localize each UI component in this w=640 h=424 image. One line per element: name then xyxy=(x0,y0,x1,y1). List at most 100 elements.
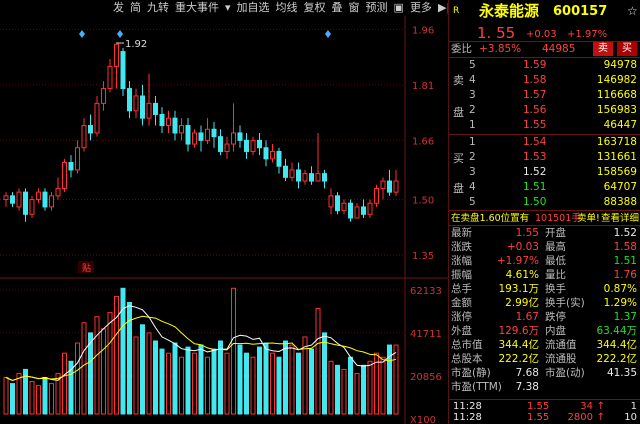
stat-value: 2.99亿 xyxy=(505,297,539,309)
order-level: 5 xyxy=(469,59,476,71)
stat-value: 63.44万 xyxy=(596,325,637,337)
diamond-icon xyxy=(325,30,331,38)
toolbar-forecast[interactable]: 预测 xyxy=(363,0,391,16)
sell-order-row[interactable]: 3 1.57 116668 xyxy=(449,88,640,103)
order-level: 4 xyxy=(469,181,476,193)
order-price: 1.57 xyxy=(523,89,547,101)
stat-label: 金额 xyxy=(451,297,472,309)
camera-icon[interactable]: ▣ xyxy=(391,0,407,16)
sell-order-row[interactable]: 5 1.59 94978 xyxy=(449,58,640,73)
stat-label: 开盘 xyxy=(545,227,566,239)
order-level: 1 xyxy=(469,119,476,131)
candle xyxy=(114,43,119,89)
candle xyxy=(153,95,158,126)
stat-value: 1.37 xyxy=(613,311,637,323)
sell-order-row[interactable]: 4 1.58 146982 xyxy=(449,73,640,88)
quote-panel: R 永泰能源 600157 ☆ 1. 55 +0.03 +1.97% 委比 +3… xyxy=(448,0,640,424)
tick-volume: 2800 xyxy=(567,412,593,423)
candle xyxy=(23,188,28,222)
diamond-icon xyxy=(117,30,123,38)
toolbar-jian[interactable]: 简 xyxy=(127,0,144,16)
stat-row: 市盈(TTM) 7.38 xyxy=(449,380,640,394)
sell-order-row[interactable]: 2 1.56 156983 xyxy=(449,103,640,118)
candle xyxy=(367,199,373,219)
toolbar-fa[interactable]: 发 xyxy=(110,0,127,16)
stat-value: 1.29% xyxy=(603,297,637,309)
volume-bar xyxy=(49,383,54,415)
order-price: 1.55 xyxy=(523,119,547,131)
candle xyxy=(120,47,126,96)
candle xyxy=(185,118,191,152)
volume-bar xyxy=(354,372,360,415)
buy-order-row[interactable]: 3 1.52 158569 xyxy=(449,165,640,180)
buy-order-row[interactable]: 1 1.54 163718 xyxy=(449,135,640,150)
toolbar-adjust[interactable]: 复权 xyxy=(301,0,329,16)
candle xyxy=(309,166,314,185)
dropdown-icon[interactable]: ▾ xyxy=(222,0,234,16)
buy-button[interactable]: 买 xyxy=(617,42,637,56)
candle xyxy=(231,103,236,152)
order-price: 1.52 xyxy=(523,166,547,178)
candle xyxy=(348,199,353,222)
price-tick: 1.35 xyxy=(412,251,434,262)
sell-order-row[interactable]: 1 1.55 46447 xyxy=(449,118,640,133)
candle xyxy=(179,118,184,141)
volume-bar xyxy=(361,364,366,415)
order-volume: 158569 xyxy=(596,166,637,178)
candle xyxy=(322,169,327,189)
volume-bars xyxy=(3,287,399,415)
toolbar-moving-average[interactable]: 均线 xyxy=(273,0,301,16)
tick-time: 11:28 xyxy=(453,401,482,412)
order-price: 1.54 xyxy=(523,136,547,148)
notice-text-c: 卖单! xyxy=(577,213,600,224)
order-price: 1.50 xyxy=(523,196,547,208)
view-detail-link[interactable]: 查看详细 xyxy=(601,211,639,226)
volume-bar xyxy=(218,340,223,415)
price-tick: 1.66 xyxy=(412,136,434,147)
tick-price: 1.55 xyxy=(527,412,550,423)
star-icon[interactable]: ☆ xyxy=(627,4,638,19)
volume-bar xyxy=(140,324,145,415)
toolbar-jiuzhuan[interactable]: 九转 xyxy=(144,0,172,16)
stock-code: 600157 xyxy=(553,4,608,19)
candle xyxy=(211,121,217,148)
toolbar-overlay[interactable]: 叠 xyxy=(329,0,346,16)
volume-bar xyxy=(133,336,139,415)
stat-label: 外盘 xyxy=(451,325,472,337)
volume-bar xyxy=(231,287,236,415)
toolbar-major-events[interactable]: 重大事件 xyxy=(172,0,222,16)
stat-row: 金额 2.99亿 换手(实) 1.29% xyxy=(449,296,640,310)
toolbar-more[interactable]: 更多 xyxy=(407,0,435,16)
candle xyxy=(3,192,9,207)
candle xyxy=(75,140,80,174)
volume-bar xyxy=(315,308,321,415)
volume-bar xyxy=(348,356,353,415)
order-volume: 94978 xyxy=(603,59,637,71)
weibi-label: 委比 xyxy=(451,43,472,55)
buy-order-row[interactable]: 2 1.53 131661 xyxy=(449,150,640,165)
price-tick: 1.50 xyxy=(412,196,434,207)
stat-value: 1.52 xyxy=(613,227,637,239)
volume-bar xyxy=(270,352,275,415)
toolbar-add-watchlist[interactable]: 加自选 xyxy=(234,0,273,16)
buy-order-row[interactable]: 4 1.51 64707 xyxy=(449,180,640,195)
order-level: 2 xyxy=(469,151,476,163)
volume-bar xyxy=(211,348,217,415)
buy-order-row[interactable]: 5 1.50 88388 xyxy=(449,195,640,210)
sell-button[interactable]: 卖 xyxy=(593,42,613,56)
stat-value: 1.58 xyxy=(613,241,637,253)
order-price: 1.58 xyxy=(523,74,547,86)
volume-bar xyxy=(16,372,22,415)
order-price: 1.51 xyxy=(523,181,547,193)
tag-r: R xyxy=(453,6,460,16)
stat-label: 涨跌 xyxy=(451,241,472,253)
toolbar-window[interactable]: 窗 xyxy=(346,0,363,16)
volume-bar xyxy=(36,385,41,415)
stat-label: 流通值 xyxy=(545,339,577,351)
volume-bar xyxy=(146,332,152,415)
kline-chart[interactable]: 1.961.811.661.501.35621334171120856X100 … xyxy=(0,16,448,424)
stat-value: 222.2亿 xyxy=(596,353,637,365)
volume-bar xyxy=(263,342,269,415)
order-notice: 在卖盘1.60位置有 101501手 卖单! 查看详细 xyxy=(449,211,640,226)
stat-label: 总股本 xyxy=(451,353,483,365)
